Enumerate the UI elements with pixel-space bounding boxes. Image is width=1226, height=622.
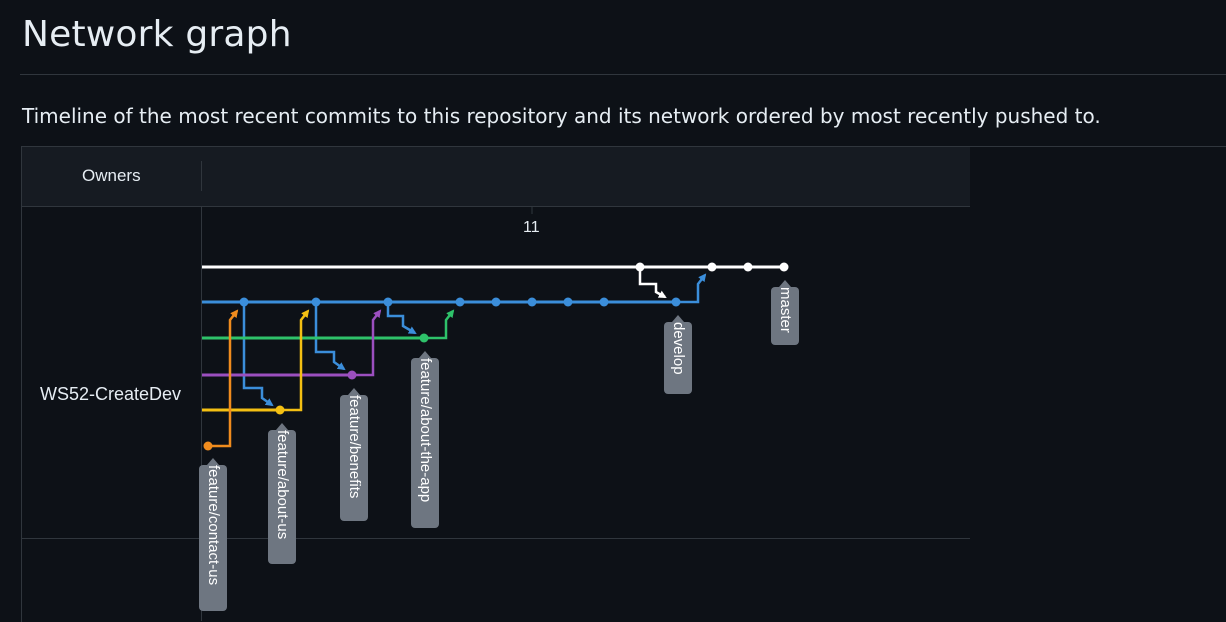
commit-dot bbox=[671, 297, 681, 307]
commit-dot bbox=[707, 262, 717, 272]
branch-label-develop[interactable]: develop bbox=[664, 315, 692, 394]
feature-about-us-branch-line bbox=[202, 309, 310, 415]
commit-dot bbox=[491, 297, 501, 307]
feature-contact-us-branch-line bbox=[203, 309, 239, 451]
commit-dot bbox=[275, 405, 285, 415]
commit-dot bbox=[599, 297, 609, 307]
branch-label-feature-about-the-app[interactable]: feature/about-the-app bbox=[411, 351, 439, 528]
commit-dot bbox=[203, 441, 213, 451]
commit-dot bbox=[311, 297, 321, 307]
commit-dot bbox=[383, 297, 393, 307]
develop-branch-line bbox=[202, 273, 707, 407]
branch-label-feature-benefits[interactable]: feature/benefits bbox=[340, 388, 368, 521]
commit-dot bbox=[779, 262, 789, 272]
commit-dot bbox=[563, 297, 573, 307]
branch-label-feature-about-us[interactable]: feature/about-us bbox=[268, 423, 296, 564]
network-graph-canvas[interactable] bbox=[0, 0, 1226, 621]
commit-dot bbox=[527, 297, 537, 307]
commit-dot bbox=[419, 333, 429, 343]
feature-benefits-branch-line bbox=[202, 309, 382, 380]
branch-label-feature-contact-us[interactable]: feature/contact-us bbox=[199, 458, 227, 611]
branch-label-master[interactable]: master bbox=[771, 280, 799, 345]
commit-dot bbox=[347, 370, 357, 380]
commit-dot bbox=[455, 297, 465, 307]
commit-dot bbox=[743, 262, 753, 272]
feature-about-the-app-branch-line bbox=[202, 309, 455, 343]
commit-dot bbox=[239, 297, 249, 307]
commit-dot bbox=[635, 262, 645, 272]
